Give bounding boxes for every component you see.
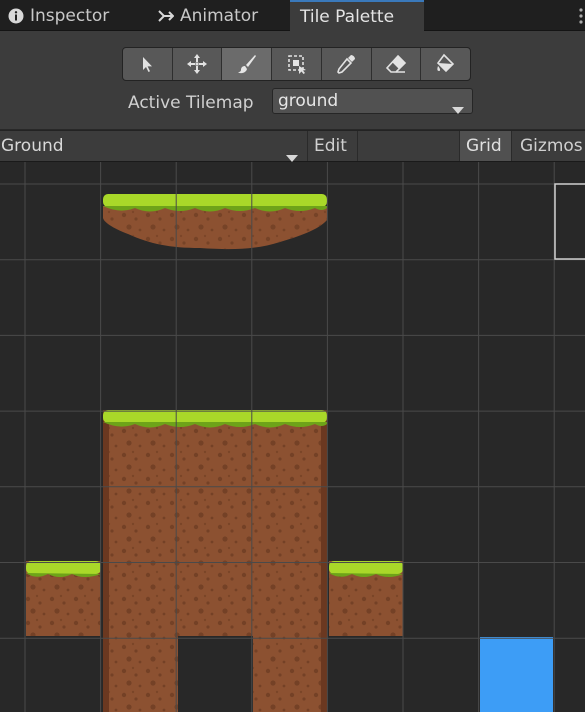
cursor-arrow-icon	[143, 57, 153, 72]
info-icon	[8, 8, 24, 24]
tab-label: Tile Palette	[300, 6, 395, 27]
tab-tile-palette[interactable]: Tile Palette	[290, 0, 424, 31]
palette-name: Ground	[1, 136, 64, 156]
box-fill-tool[interactable]	[272, 48, 322, 80]
palette-bounds-outline	[554, 183, 585, 260]
edit-palette-button[interactable]: Edit	[308, 131, 358, 161]
select-tool[interactable]	[123, 48, 173, 80]
picker-tool[interactable]	[322, 48, 372, 80]
paintbrush-icon	[237, 55, 256, 74]
move-arrows-icon	[187, 54, 208, 74]
active-tilemap-dropdown[interactable]: ground	[272, 88, 473, 114]
tiles-layer	[26, 194, 553, 712]
floating-platform-tiles	[103, 194, 327, 250]
tab-label: Inspector	[30, 5, 110, 26]
eyedropper-icon	[337, 55, 356, 74]
palette-bar: Ground Edit Grid Gizmos	[0, 130, 585, 162]
animator-icon	[158, 8, 174, 24]
right-ledge-tile	[329, 561, 403, 636]
tile-grid-canvas[interactable]	[0, 162, 585, 712]
chevron-down-icon	[452, 98, 464, 122]
active-tilemap-label: Active Tilemap	[128, 93, 254, 113]
erase-tool[interactable]	[372, 48, 422, 80]
gizmos-toggle-button[interactable]: Gizmos	[512, 131, 585, 161]
paint-tool[interactable]	[222, 48, 273, 80]
active-tilemap-value: ground	[278, 91, 339, 111]
fill-tool[interactable]	[421, 48, 470, 80]
box-select-icon	[287, 55, 306, 74]
tab-label: Animator	[180, 5, 259, 26]
selected-tile-cell[interactable]	[480, 637, 553, 712]
empty-cell	[178, 636, 253, 712]
tile-palette-toolbar: Active Tilemap ground	[0, 31, 585, 129]
grid-toggle-button[interactable]: Grid	[459, 131, 512, 161]
tool-strip	[122, 47, 471, 81]
move-tool[interactable]	[173, 48, 223, 80]
left-ledge-tile	[26, 561, 101, 636]
more-options-icon[interactable]	[575, 6, 585, 26]
window-tab-bar: Inspector Animator Tile Palette	[0, 0, 585, 31]
tab-animator[interactable]: Animator	[150, 0, 288, 31]
tab-inspector[interactable]: Inspector	[0, 0, 146, 31]
palette-dropdown[interactable]: Ground	[0, 131, 308, 162]
tile-palette-grid[interactable]	[0, 162, 585, 712]
paint-bucket-icon	[436, 53, 454, 73]
eraser-icon	[385, 54, 407, 73]
